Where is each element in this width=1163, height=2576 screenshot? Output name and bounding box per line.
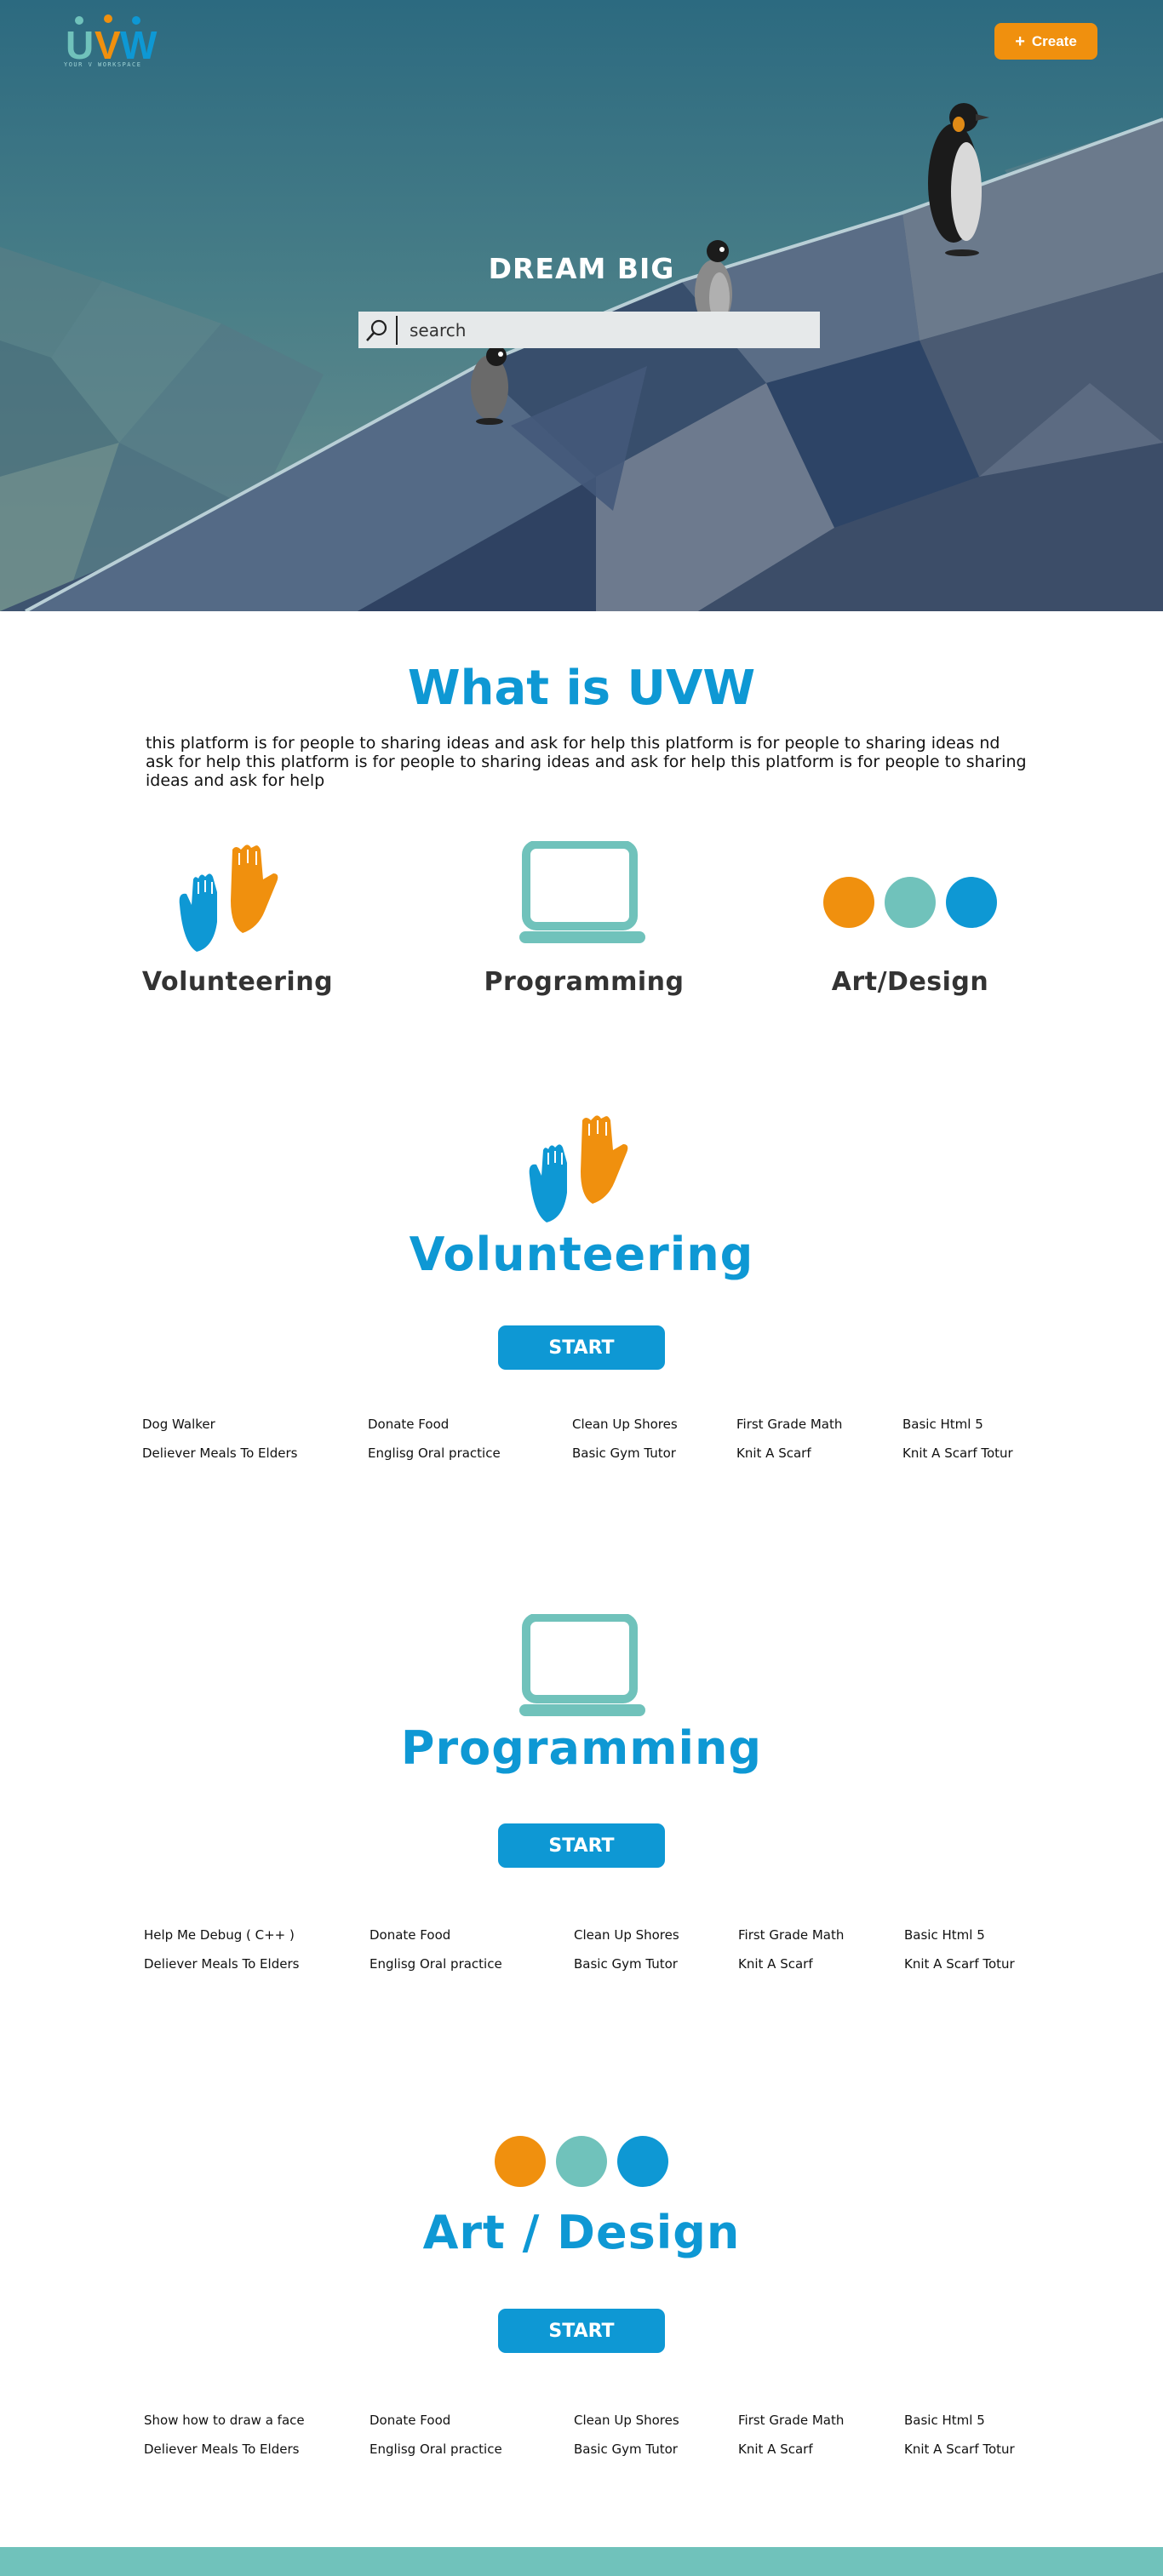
- category-label-art-design[interactable]: Art/Design: [782, 967, 1038, 997]
- create-button[interactable]: + Create: [994, 23, 1097, 60]
- task-item[interactable]: Basic Gym Tutor: [572, 1445, 676, 1461]
- logo-tagline: YOUR V WORKSPACE: [64, 61, 142, 68]
- task-item[interactable]: Basic Html 5: [904, 2413, 985, 2428]
- task-item[interactable]: First Grade Math: [736, 1417, 842, 1432]
- task-item[interactable]: Knit A Scarf Totur: [902, 1445, 1013, 1461]
- task-item[interactable]: Knit A Scarf: [736, 1445, 811, 1461]
- hero-title: DREAM BIG: [488, 252, 675, 285]
- plus-icon: +: [1015, 31, 1025, 51]
- task-item[interactable]: Englisg Oral practice: [368, 1445, 501, 1461]
- programming-title: Programming: [400, 1721, 763, 1775]
- about-title: What is UVW: [407, 661, 756, 716]
- task-item[interactable]: First Grade Math: [738, 2413, 844, 2428]
- category-label-volunteering[interactable]: Volunteering: [110, 967, 365, 997]
- art-design-start-button[interactable]: START: [498, 2309, 665, 2353]
- task-item[interactable]: Show how to draw a face: [144, 2413, 305, 2428]
- hero-banner: U V W YOUR V WORKSPACE + Create DREAM BI…: [0, 0, 1163, 611]
- about-text: this platform is for people to sharing i…: [146, 734, 1027, 790]
- footer-bar: [0, 2547, 1163, 2576]
- task-item[interactable]: Basic Gym Tutor: [574, 1956, 678, 1972]
- task-item[interactable]: Deliever Meals To Elders: [144, 2441, 299, 2457]
- raised-hands-icon[interactable]: [173, 841, 292, 956]
- task-item[interactable]: Knit A Scarf: [738, 1956, 813, 1972]
- create-button-label: Create: [1031, 32, 1077, 49]
- task-item[interactable]: First Grade Math: [738, 1927, 844, 1943]
- laptop-icon[interactable]: [518, 841, 647, 947]
- color-dots-icon[interactable]: [822, 875, 999, 930]
- task-item[interactable]: Clean Up Shores: [572, 1417, 678, 1432]
- mountain-background: [0, 0, 1163, 611]
- task-item[interactable]: Donate Food: [370, 2413, 450, 2428]
- task-item[interactable]: Deliever Meals To Elders: [144, 1956, 299, 1972]
- task-item[interactable]: Englisg Oral practice: [370, 2441, 502, 2457]
- raised-hands-icon: [529, 1115, 628, 1222]
- art-design-title: Art / Design: [422, 2206, 741, 2259]
- programming-start-button[interactable]: START: [498, 1823, 665, 1868]
- task-item[interactable]: Knit A Scarf Totur: [904, 2441, 1015, 2457]
- search-input[interactable]: [398, 318, 820, 341]
- laptop-icon: [519, 1614, 645, 1716]
- task-item[interactable]: Basic Html 5: [904, 1927, 985, 1943]
- task-item[interactable]: Clean Up Shores: [574, 2413, 679, 2428]
- color-dots-icon: [495, 2136, 668, 2187]
- task-item[interactable]: Englisg Oral practice: [370, 1956, 502, 1972]
- task-item[interactable]: Basic Html 5: [902, 1417, 983, 1432]
- category-label-programming[interactable]: Programming: [456, 967, 712, 997]
- task-item[interactable]: Donate Food: [370, 1927, 450, 1943]
- task-item[interactable]: Dog Walker: [142, 1417, 215, 1432]
- task-item[interactable]: Knit A Scarf Totur: [904, 1956, 1015, 1972]
- task-item[interactable]: Help Me Debug ( C++ ): [144, 1927, 295, 1943]
- task-item[interactable]: Basic Gym Tutor: [574, 2441, 678, 2457]
- volunteering-start-button[interactable]: START: [498, 1325, 665, 1370]
- search-bar[interactable]: [358, 312, 820, 348]
- task-item[interactable]: Deliever Meals To Elders: [142, 1445, 297, 1461]
- volunteering-title: Volunteering: [409, 1228, 754, 1281]
- search-icon[interactable]: [358, 315, 398, 345]
- task-item[interactable]: Clean Up Shores: [574, 1927, 679, 1943]
- task-item[interactable]: Knit A Scarf: [738, 2441, 813, 2457]
- task-item[interactable]: Donate Food: [368, 1417, 449, 1432]
